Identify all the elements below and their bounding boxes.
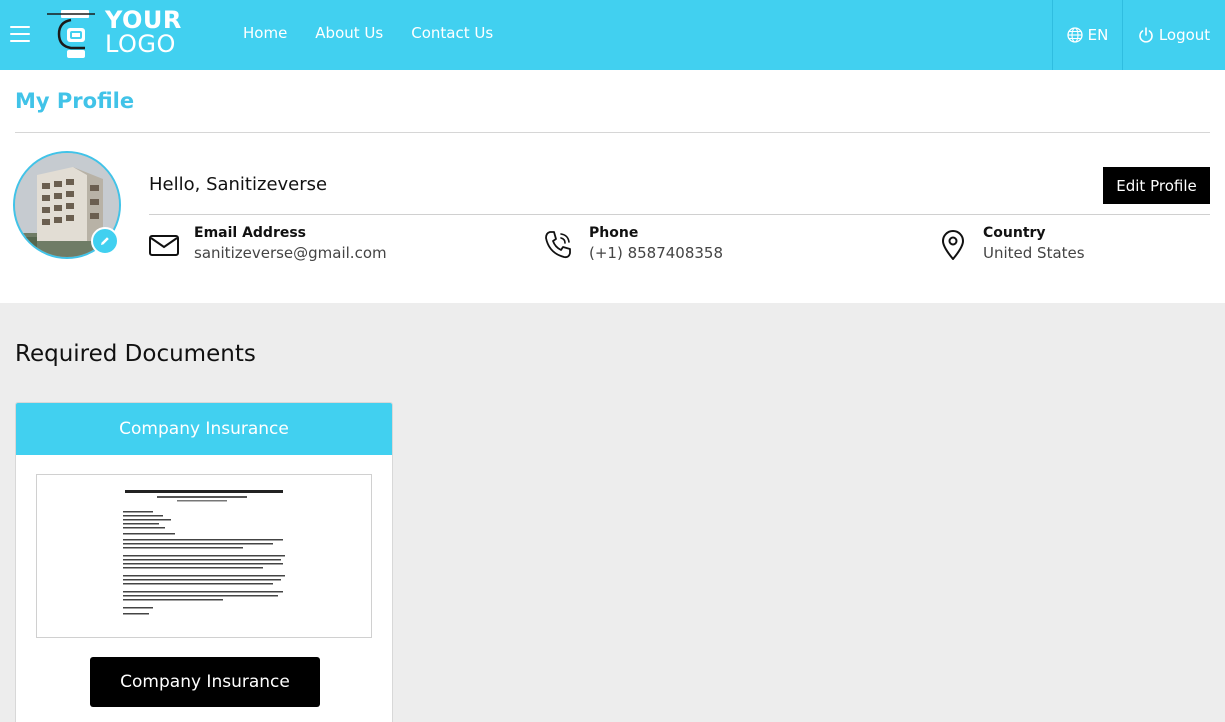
envelope-icon — [149, 235, 179, 256]
country-label: Country — [983, 225, 1046, 241]
language-selector[interactable]: EN — [1052, 0, 1122, 70]
logo[interactable]: YOUR LOGO — [45, 8, 190, 62]
document-thumbnail — [123, 490, 285, 615]
nav-home[interactable]: Home — [243, 24, 287, 42]
document-card: Company Insurance Company Insurance — [15, 402, 393, 722]
header-actions: EN Logout — [1052, 0, 1225, 70]
email-label: Email Address — [194, 225, 307, 241]
phone-icon — [545, 231, 571, 259]
edit-avatar-button[interactable] — [91, 227, 119, 255]
documents-title: Required Documents — [15, 341, 256, 367]
country-value: United States — [983, 244, 1085, 262]
phone-label: Phone — [589, 225, 639, 241]
divider — [15, 132, 1210, 133]
page-title: My Profile — [15, 89, 135, 113]
globe-icon — [1066, 27, 1083, 43]
logout-button[interactable]: Logout — [1122, 0, 1225, 70]
country-info: Country United States — [937, 225, 1085, 262]
logo-text-line1: YOUR — [105, 6, 182, 34]
company-insurance-button[interactable]: Company Insurance — [90, 657, 320, 707]
nav-contact-us[interactable]: Contact Us — [411, 24, 493, 42]
divider — [149, 214, 1210, 215]
email-value: sanitizeverse@gmail.com — [194, 244, 387, 262]
document-preview[interactable] — [36, 474, 372, 638]
logo-text: YOUR LOGO — [105, 8, 182, 56]
phone-info: Phone (+1) 8587408358 — [543, 225, 723, 262]
logo-text-line2: LOGO — [105, 30, 176, 58]
greeting: Hello, Sanitizeverse — [149, 174, 328, 195]
power-icon — [1139, 27, 1153, 43]
language-label: EN — [1087, 26, 1109, 44]
map-pin-icon — [942, 230, 964, 260]
phone-value: (+1) 8587408358 — [589, 244, 724, 262]
email-info: Email Address sanitizeverse@gmail.com — [148, 225, 387, 262]
nav-about-us[interactable]: About Us — [315, 24, 383, 42]
logo-mark-icon — [47, 10, 95, 58]
pencil-icon — [101, 237, 109, 245]
profile-section: My Profile Hello, Sanitizeverse Edit Pro… — [0, 70, 1225, 303]
logout-label: Logout — [1158, 26, 1211, 44]
hamburger-menu-icon[interactable] — [10, 26, 30, 43]
main-nav: Home About Us Contact Us — [243, 24, 493, 42]
document-card-header: Company Insurance — [16, 403, 392, 455]
top-navbar: YOUR LOGO Home About Us Contact Us EN Lo… — [0, 0, 1225, 70]
edit-profile-button[interactable]: Edit Profile — [1103, 167, 1210, 204]
